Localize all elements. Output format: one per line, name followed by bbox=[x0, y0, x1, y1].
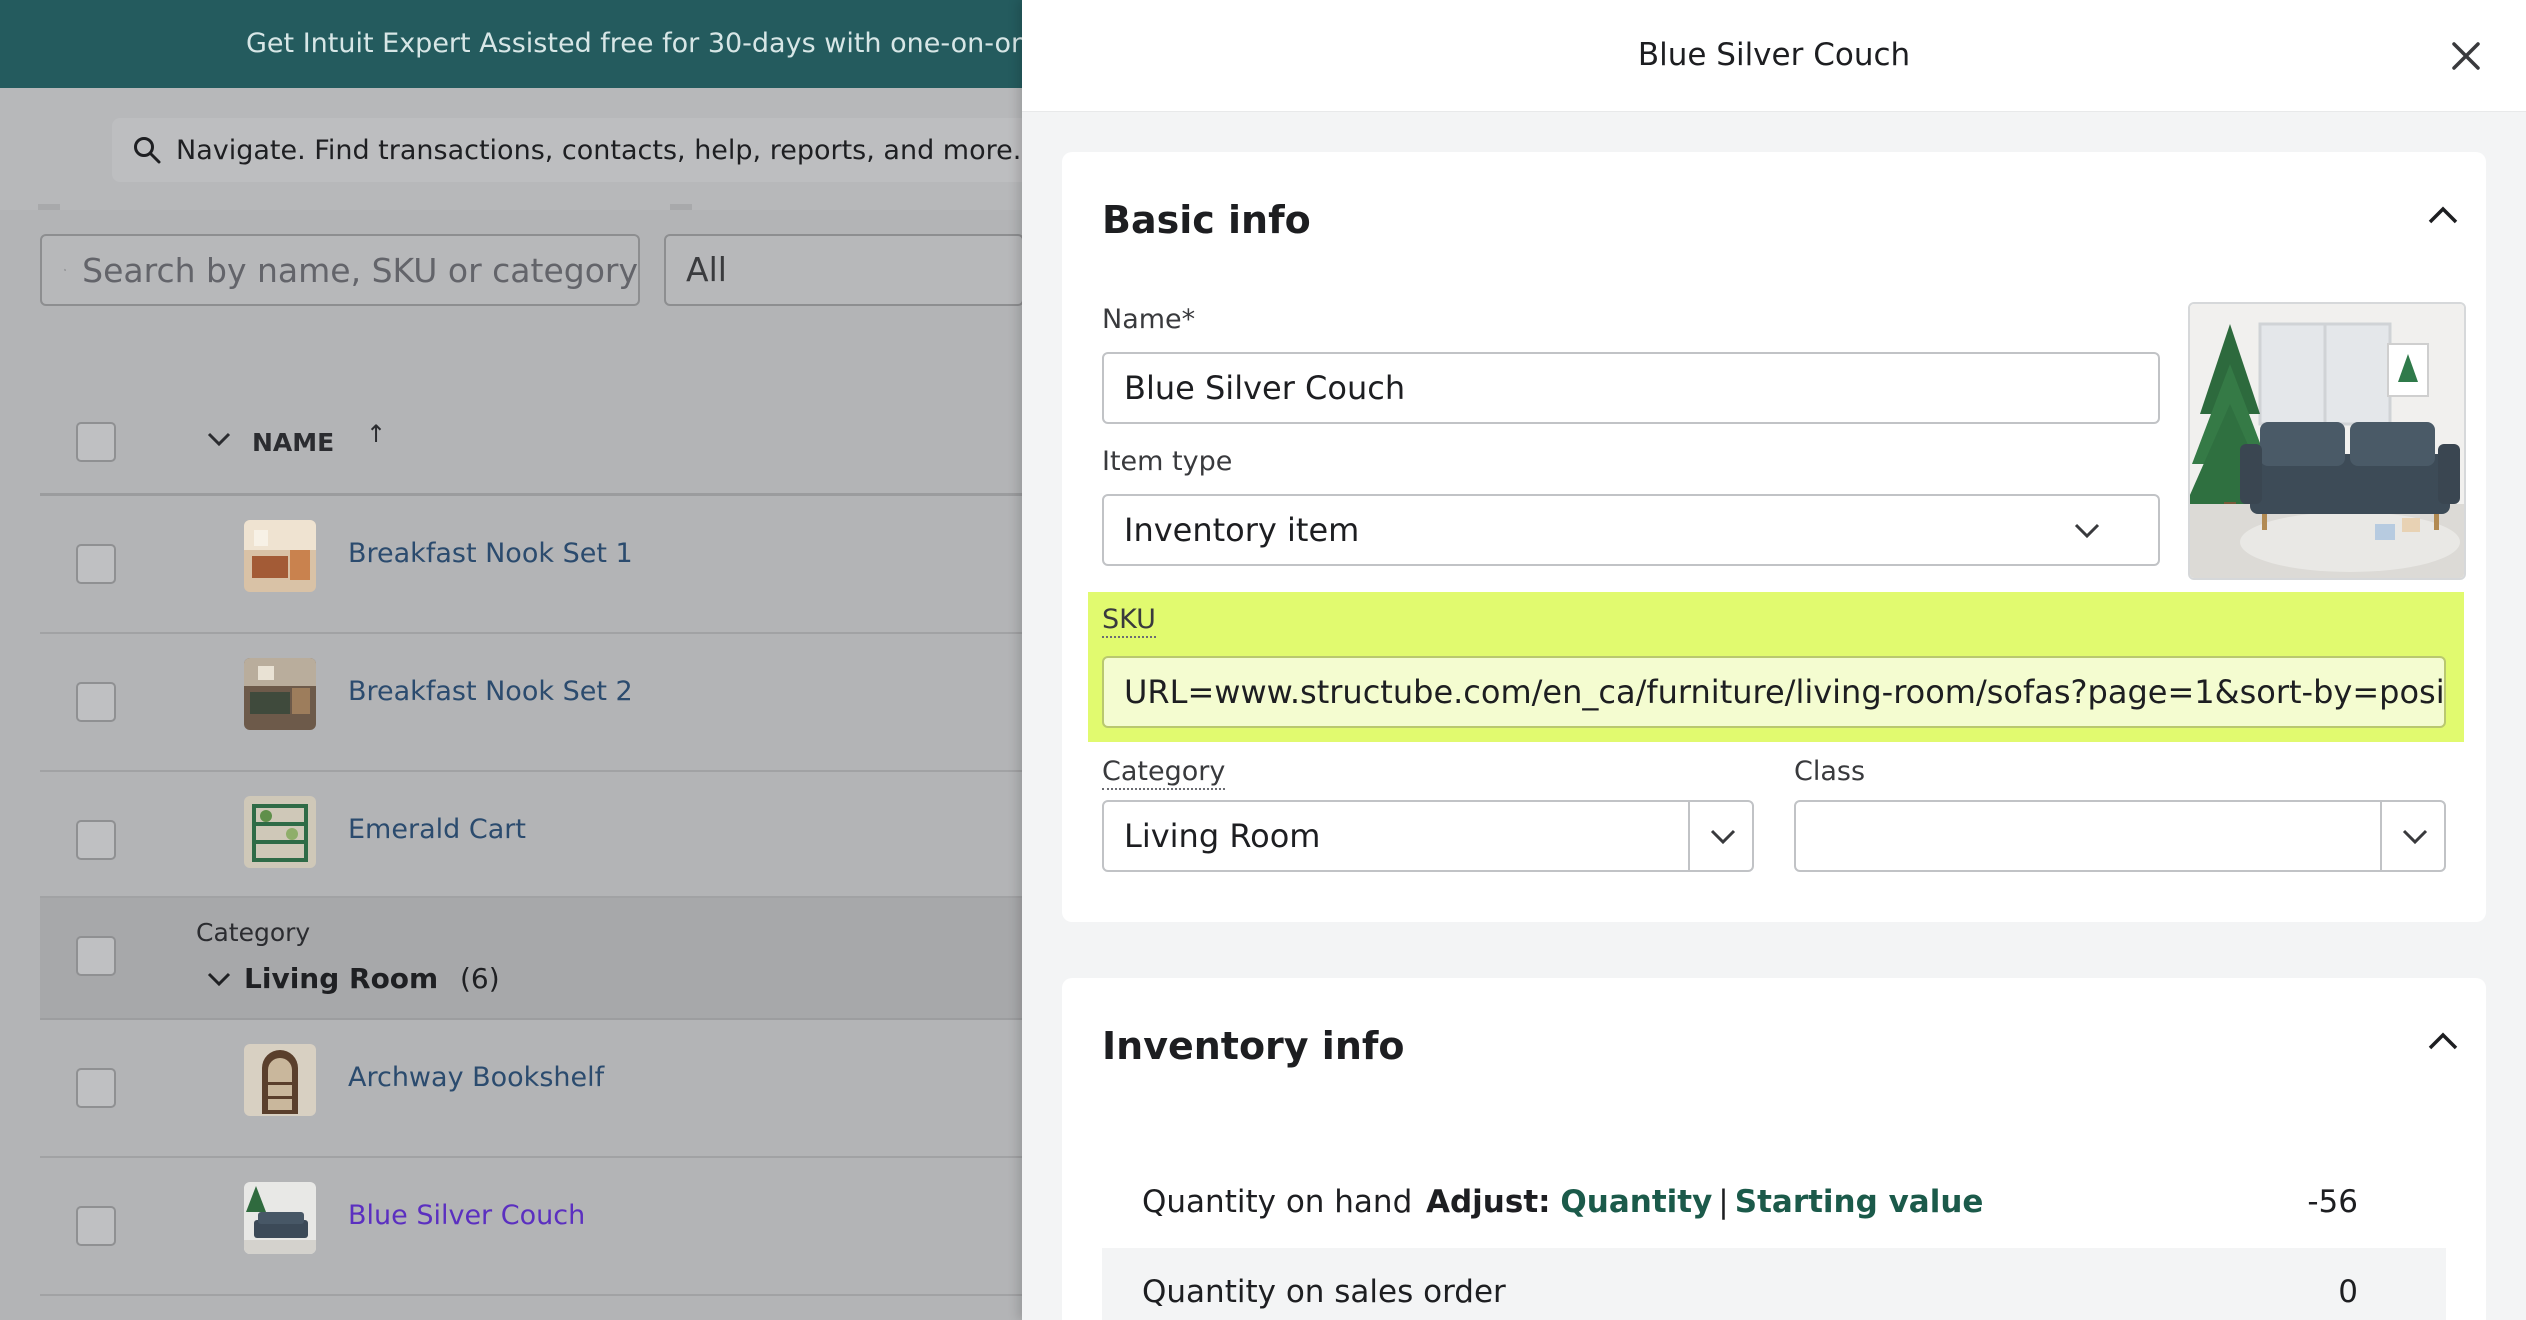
adjust-links: Adjust: Quantity | Starting value bbox=[1426, 1184, 1983, 1220]
item-thumbnail bbox=[244, 1182, 316, 1254]
row-checkbox[interactable] bbox=[76, 682, 116, 722]
sku-input[interactable]: URL=www.structube.com/en_ca/furniture/li… bbox=[1102, 656, 2446, 728]
item-thumbnail bbox=[244, 796, 316, 868]
drawer-header: Blue Silver Couch bbox=[1022, 0, 2526, 112]
group-count: (6) bbox=[460, 962, 500, 995]
chevron-up-icon[interactable] bbox=[2426, 1024, 2460, 1058]
close-icon[interactable] bbox=[2446, 36, 2486, 76]
clipped-label bbox=[670, 204, 692, 210]
chevron-down-icon[interactable] bbox=[206, 970, 232, 988]
name-label: Name* bbox=[1102, 304, 1196, 335]
basic-info-card: Basic info Name* Blue Silver Couch Item … bbox=[1062, 152, 2486, 922]
select-divider bbox=[1688, 802, 1690, 870]
row-checkbox[interactable] bbox=[76, 820, 116, 860]
product-list-panel: Get Intuit Expert Assisted free for 30-d… bbox=[0, 0, 1022, 1320]
quantity-on-sales-order-value: 0 bbox=[2338, 1274, 2358, 1310]
item-search-input[interactable]: Search by name, SKU or category bbox=[40, 234, 640, 306]
navigation-search[interactable]: Navigate. Find transactions, contacts, h… bbox=[112, 118, 1022, 182]
type-filter-select[interactable]: All bbox=[664, 234, 1022, 306]
chevron-down-icon bbox=[2074, 523, 2100, 539]
sort-ascending-icon[interactable]: ↑ bbox=[366, 420, 386, 448]
item-name-link[interactable]: Blue Silver Couch bbox=[348, 1200, 585, 1231]
class-select[interactable] bbox=[1794, 800, 2446, 872]
navigation-search-text: Navigate. Find transactions, contacts, h… bbox=[176, 134, 1022, 166]
table-row[interactable]: Breakfast Nook Set 1 bbox=[40, 496, 1022, 634]
promo-banner[interactable]: Get Intuit Expert Assisted free for 30-d… bbox=[0, 0, 1022, 88]
item-type-label: Item type bbox=[1102, 446, 1233, 477]
category-label: Category bbox=[1102, 756, 1226, 790]
chevron-down-icon[interactable] bbox=[1708, 826, 1738, 846]
basic-info-heading: Basic info bbox=[1102, 198, 1311, 242]
chevron-down-icon[interactable] bbox=[206, 430, 232, 448]
quantity-on-hand-value: -56 bbox=[2307, 1184, 2358, 1220]
group-type-label: Category bbox=[196, 918, 311, 947]
select-divider bbox=[2380, 802, 2382, 870]
clipped-label bbox=[38, 204, 60, 210]
select-all-checkbox[interactable] bbox=[76, 422, 116, 462]
adjust-quantity-link[interactable]: Quantity bbox=[1560, 1184, 1712, 1220]
item-name-link[interactable]: Archway Bookshelf bbox=[348, 1062, 604, 1093]
row-checkbox[interactable] bbox=[76, 1206, 116, 1246]
group-checkbox[interactable] bbox=[76, 936, 116, 976]
adjust-starting-value-link[interactable]: Starting value bbox=[1735, 1184, 1984, 1220]
quantity-on-sales-order-row: Quantity on sales order 0 bbox=[1102, 1248, 2446, 1320]
top-navigation-bar: Navigate. Find transactions, contacts, h… bbox=[0, 88, 1022, 210]
category-value: Living Room bbox=[1124, 817, 1321, 855]
chevron-down-icon[interactable] bbox=[2400, 826, 2430, 846]
item-type-select[interactable]: Inventory item bbox=[1102, 494, 2160, 566]
item-name-link[interactable]: Breakfast Nook Set 1 bbox=[348, 538, 633, 569]
item-thumbnail bbox=[244, 1044, 316, 1116]
item-photo[interactable] bbox=[2188, 302, 2466, 580]
quantity-on-hand-row: Quantity on hand Adjust: Quantity | Starti… bbox=[1102, 1158, 2446, 1248]
inventory-info-heading: Inventory info bbox=[1102, 1024, 1405, 1068]
class-label: Class bbox=[1794, 756, 1866, 787]
group-name: Living Room bbox=[244, 962, 439, 995]
item-name-link[interactable]: Breakfast Nook Set 2 bbox=[348, 676, 633, 707]
quantity-on-sales-order-label: Quantity on sales order bbox=[1142, 1274, 1506, 1310]
list-content: Search by name, SKU or category All NAME… bbox=[0, 204, 1022, 1320]
row-checkbox[interactable] bbox=[76, 1068, 116, 1108]
column-header-name[interactable]: NAME bbox=[252, 428, 334, 457]
item-name-link[interactable]: Emerald Cart bbox=[348, 814, 526, 845]
search-icon bbox=[134, 137, 161, 164]
drawer-title: Blue Silver Couch bbox=[1637, 37, 1911, 73]
search-icon bbox=[64, 269, 67, 271]
quantity-on-hand-label: Quantity on hand bbox=[1142, 1184, 1413, 1220]
item-thumbnail bbox=[244, 658, 316, 730]
category-group-header[interactable]: Category Living Room (6) bbox=[40, 898, 1022, 1020]
item-thumbnail bbox=[244, 520, 316, 592]
adjust-separator: | bbox=[1718, 1184, 1729, 1220]
adjust-label: Adjust: bbox=[1426, 1184, 1551, 1220]
table-row[interactable]: Archway Bookshelf bbox=[40, 1020, 1022, 1158]
item-type-value: Inventory item bbox=[1124, 511, 1360, 549]
sku-label: SKU bbox=[1102, 604, 1156, 638]
item-detail-drawer: Blue Silver Couch Basic info Name* Blue … bbox=[1022, 0, 2526, 1320]
inventory-info-card: Inventory info Quantity on hand Adjust: … bbox=[1062, 978, 2486, 1320]
table-row[interactable]: Blue Silver Couch bbox=[40, 1158, 1022, 1296]
row-checkbox[interactable] bbox=[76, 544, 116, 584]
name-input[interactable]: Blue Silver Couch bbox=[1102, 352, 2160, 424]
table-row[interactable]: Breakfast Nook Set 2 bbox=[40, 634, 1022, 772]
category-select[interactable]: Living Room bbox=[1102, 800, 1754, 872]
table-header: NAME ↑ bbox=[40, 386, 1022, 496]
table-row[interactable]: Emerald Cart bbox=[40, 772, 1022, 898]
chevron-up-icon[interactable] bbox=[2426, 198, 2460, 232]
item-search-placeholder: Search by name, SKU or category bbox=[82, 250, 638, 290]
